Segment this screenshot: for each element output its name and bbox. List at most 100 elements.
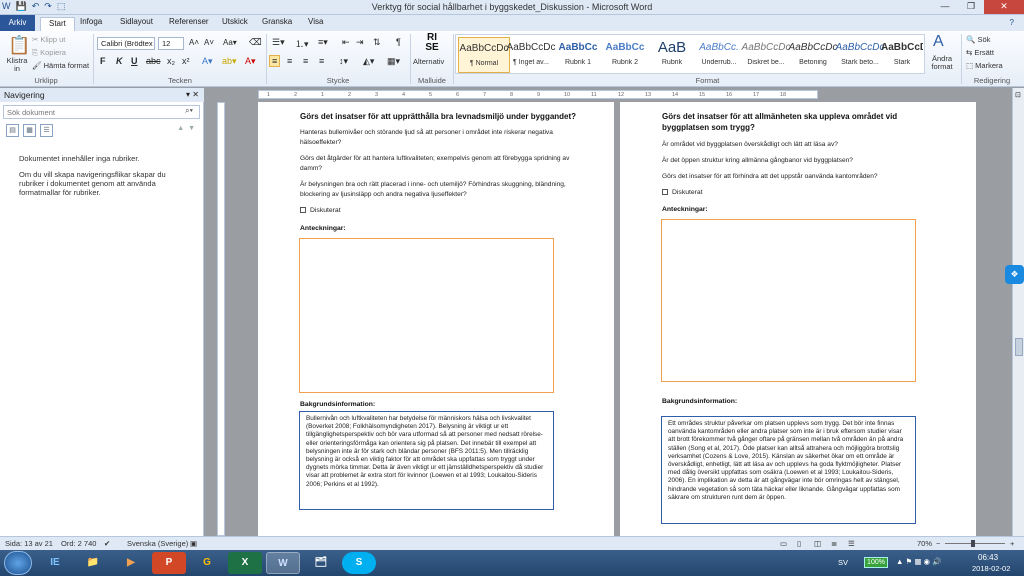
shading-icon[interactable]: ◭▾ [363,56,374,67]
cut-button[interactable]: ✂ Klipp ut [32,35,65,44]
replace-button[interactable]: ⇆ Ersätt [966,48,994,57]
format-painter-button[interactable]: 🖌 Hämta format [32,61,89,70]
zoom-slider-handle[interactable] [971,540,975,547]
font-name-select[interactable]: Calibri (Brödtex [97,37,155,50]
discussed-checkbox[interactable]: Diskuterat [300,206,341,216]
file-explorer-icon[interactable]: 📁 [76,552,110,574]
font-color-icon[interactable]: A▾ [245,56,256,67]
checkbox-icon[interactable] [300,207,306,213]
tab-home[interactable]: Start [40,17,75,31]
scroll-thumb[interactable] [1015,338,1023,356]
tab-review[interactable]: Granska [262,17,292,26]
paste-button[interactable]: Klistra in [5,57,29,73]
alternativ-button[interactable]: Alternativ [413,57,444,66]
tab-file[interactable]: Arkiv [0,15,35,31]
copy-button[interactable]: ⎘ Kopiera [32,48,66,58]
strikethrough-icon[interactable]: abc [146,56,161,66]
underline-button[interactable]: U [131,56,138,66]
rise-logo-icon[interactable]: RI SE [420,33,444,53]
results-view-icon[interactable]: ☰ [40,124,53,137]
pane-options-icon[interactable]: ▾ [186,90,190,99]
app-icon[interactable]: 🗂 [304,552,338,574]
previous-arrow-icon[interactable]: ▲ [177,125,184,132]
print-layout-icon[interactable]: ▭ [780,539,787,548]
discussed-checkbox[interactable]: Diskuterat [662,188,703,198]
highlight-icon[interactable]: ab▾ [222,56,237,67]
word-icon[interactable]: W [266,552,300,574]
show-formatting-icon[interactable]: ¶ [396,37,401,47]
style-no-spacing[interactable]: AaBbCcDc ¶ Inget av... [505,37,557,73]
skype-icon[interactable]: S [342,552,376,574]
dropbox-icon[interactable]: ❖ [1005,265,1024,284]
align-left-icon[interactable]: ≡ [269,55,281,67]
ruler-toggle-icon[interactable]: ⊡ [1015,91,1021,99]
notes-box[interactable] [661,219,916,382]
borders-icon[interactable]: ▦▾ [387,56,400,67]
bullets-icon[interactable]: ☰▾ [272,37,285,48]
tab-references[interactable]: Referenser [169,17,209,26]
text-effects-icon[interactable]: A▾ [202,56,213,67]
subscript-icon[interactable]: x₂ [167,56,175,66]
font-size-select[interactable]: 12 [158,37,184,50]
internet-explorer-icon[interactable]: IE [38,552,72,574]
chrome-icon[interactable]: G [190,552,224,574]
pane-close-icon[interactable]: ✕ [192,90,199,99]
style-subtitle[interactable]: AaBbCc. Underrub... [693,37,745,73]
zoom-in-button[interactable]: + [1010,539,1014,548]
checkbox-icon[interactable] [662,189,668,195]
next-arrow-icon[interactable]: ▼ [188,125,195,132]
style-subtle-emphasis[interactable]: AaBbCcDc Diskret be... [740,37,792,73]
pages-view-icon[interactable]: ▦ [23,124,36,137]
zoom-level[interactable]: 70% [917,539,932,548]
multilevel-list-icon[interactable]: ≡▾ [318,37,328,48]
page-count[interactable]: Sida: 13 av 21 [5,539,53,548]
align-right-icon[interactable]: ≡ [303,56,308,66]
maximize-button[interactable]: ❐ [958,0,984,14]
draft-icon[interactable]: ☰ [848,539,855,548]
help-icon[interactable]: ? [1010,18,1014,27]
excel-icon[interactable]: X [228,552,262,574]
paste-icon[interactable]: 📋 [8,35,30,56]
change-styles-icon[interactable]: A [933,33,944,51]
start-button[interactable] [4,551,32,575]
style-normal[interactable]: AaBbCcDc ¶ Normal [458,37,510,73]
vertical-scrollbar[interactable]: ⊡ [1012,88,1024,536]
horizontal-ruler[interactable]: 1 2 1 2 3 4 5 6 7 8 9 10 11 12 13 14 15 16 17 18 [258,90,818,99]
close-button[interactable]: ✕ [984,0,1024,14]
bold-button[interactable]: F [100,56,106,66]
tab-view[interactable]: Visa [308,17,323,26]
search-document-input[interactable]: Sök dokument [3,105,200,119]
input-language[interactable]: SV [838,558,848,567]
powerpoint-icon[interactable]: P [152,552,186,574]
zoom-out-button[interactable]: − [936,539,940,548]
tab-page-layout[interactable]: Sidlayout [120,17,153,26]
minimize-button[interactable]: — [932,0,958,14]
style-heading-1[interactable]: AaBbCc Rubrik 1 [552,37,604,73]
zoom-slider[interactable] [945,540,1005,547]
clock-time[interactable]: 06:43 [978,553,998,562]
superscript-icon[interactable]: x² [182,56,190,66]
select-button[interactable]: ⬚ Markera [966,61,1003,70]
word-count[interactable]: Ord: 2 740 [61,539,96,548]
style-emphasis[interactable]: AaBbCcDc Betoning [787,37,839,73]
shrink-font-icon[interactable]: A˅ [204,38,214,47]
outline-icon[interactable]: ≣ [831,539,837,548]
numbering-icon[interactable]: ⒈▾ [295,37,309,50]
macro-icon[interactable]: ▣ [190,539,197,548]
increase-indent-icon[interactable]: ⇥ [356,37,364,48]
tray-icons[interactable]: ▲ ⚑ ▦ ◉ 🔊 [896,557,941,566]
line-spacing-icon[interactable]: ↕▾ [339,56,348,67]
decrease-indent-icon[interactable]: ⇤ [342,37,350,48]
find-button[interactable]: 🔍 Sök [966,35,990,44]
notes-box[interactable] [299,238,554,393]
web-layout-icon[interactable]: ◫ [814,539,821,548]
media-player-icon[interactable]: ▶ [114,552,148,574]
style-strong[interactable]: AaBbCcDc Stark [881,37,923,73]
italic-button[interactable]: K [116,56,123,66]
headings-view-icon[interactable]: ▤ [6,124,19,137]
proofing-icon[interactable]: ✔ [104,539,110,548]
grow-font-icon[interactable]: A˄ [189,38,199,47]
clock-date[interactable]: 2018-02-02 [972,564,1010,573]
change-styles-button[interactable]: Ändra format [926,55,958,71]
sort-icon[interactable]: ⇅ [373,37,381,48]
